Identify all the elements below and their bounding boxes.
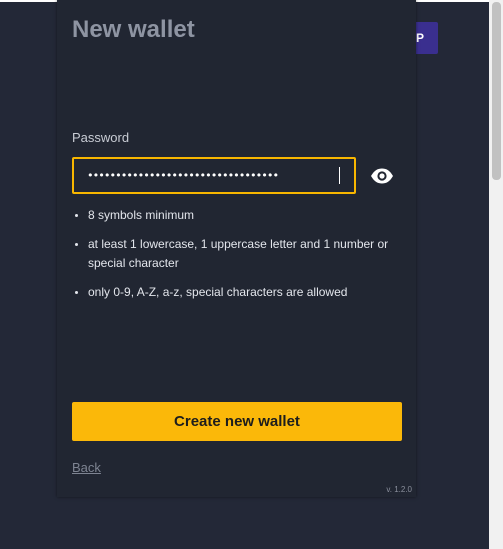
scrollbar-thumb[interactable] <box>492 2 501 180</box>
new-wallet-panel: New wallet Password 8 symbols minimum at… <box>57 0 416 497</box>
password-rule: at least 1 lowercase, 1 uppercase letter… <box>88 235 408 273</box>
back-link[interactable]: Back <box>72 460 101 475</box>
password-rules-list: 8 symbols minimum at least 1 lowercase, … <box>72 206 408 312</box>
password-field[interactable] <box>72 157 356 194</box>
text-caret <box>339 167 340 184</box>
create-wallet-button[interactable]: Create new wallet <box>72 402 402 441</box>
page-title: New wallet <box>72 16 195 43</box>
version-label: v. 1.2.0 <box>386 485 412 494</box>
password-rule: 8 symbols minimum <box>88 206 408 225</box>
eye-icon[interactable] <box>370 165 394 187</box>
password-rule: only 0-9, A-Z, a-z, special characters a… <box>88 283 408 302</box>
password-label: Password <box>72 130 130 145</box>
scrollbar[interactable] <box>489 0 503 549</box>
